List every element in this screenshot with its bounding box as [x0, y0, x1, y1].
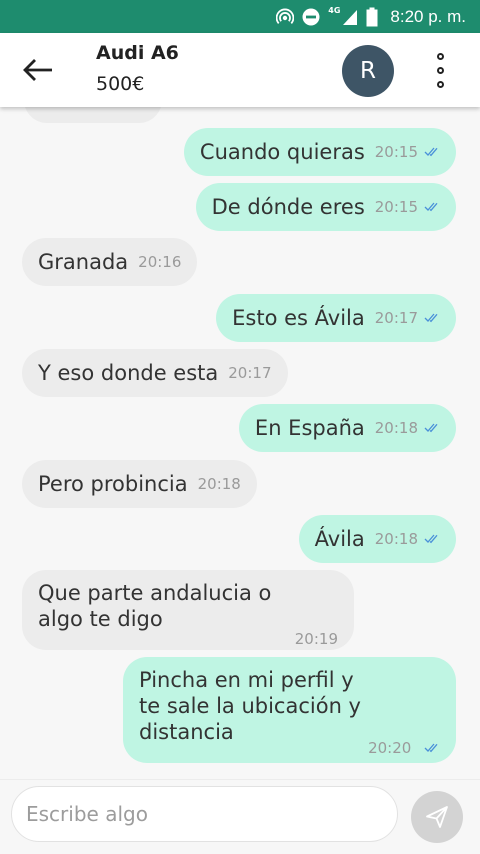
message-input[interactable]	[11, 786, 398, 842]
message-time: 20:16	[138, 253, 182, 271]
message-time: 20:15	[374, 143, 418, 161]
send-icon	[426, 806, 448, 828]
listing-price: 500€	[96, 73, 145, 95]
message-time: 20:19	[294, 630, 338, 648]
chat-header: Audi A6 500€ R	[0, 33, 480, 107]
hotspot-icon	[276, 8, 295, 24]
message-text: En España	[254, 416, 365, 440]
more-dot-icon	[436, 80, 444, 88]
more-dot-icon	[436, 52, 444, 60]
send-button[interactable]	[411, 791, 463, 843]
message-bubble-outgoing[interactable]: Pincha en mi perfil y te sale la ubicaci…	[123, 657, 456, 763]
read-receipt-icon	[424, 423, 438, 433]
message-text: Esto es Ávila	[232, 306, 365, 330]
message-time: 20:18	[374, 530, 418, 548]
read-receipt-icon	[424, 313, 438, 323]
message-bubble-partial	[24, 107, 162, 123]
message-text: Granada	[38, 250, 129, 274]
message-bubble-outgoing[interactable]: Cuando quieras 20:15	[183, 128, 456, 176]
message-bubble-incoming[interactable]: Y eso donde esta 20:17	[22, 349, 288, 397]
message-time: 20:20	[368, 739, 412, 757]
composer	[0, 779, 480, 854]
message-bubble-incoming[interactable]: Granada 20:16	[22, 238, 198, 286]
read-receipt-icon	[424, 202, 438, 212]
more-options-button[interactable]	[424, 47, 456, 93]
message-text: Ávila	[314, 527, 365, 551]
read-receipt-icon	[424, 743, 438, 753]
message-list[interactable]: Cuando quieras 20:15 De dónde eres 20:15…	[0, 107, 480, 779]
message-bubble-outgoing[interactable]: En España 20:18	[238, 404, 456, 452]
message-bubble-outgoing[interactable]: Esto es Ávila 20:17	[216, 294, 456, 342]
status-icons: 4G 8:20 p. m.	[276, 0, 466, 33]
battery-icon	[366, 7, 378, 26]
message-time: 20:17	[374, 309, 418, 327]
read-receipt-icon	[424, 534, 438, 544]
network-type: 4G	[328, 6, 341, 15]
listing-title[interactable]: Audi A6	[96, 42, 179, 64]
back-button[interactable]	[18, 53, 58, 87]
message-time: 20:18	[374, 419, 418, 437]
message-bubble-incoming[interactable]: Pero probincia 20:18	[22, 460, 257, 508]
message-time: 20:15	[374, 198, 418, 216]
status-bar: 4G 8:20 p. m.	[0, 0, 480, 33]
message-bubble-incoming[interactable]: Que parte andalucia o algo te digo 20:19	[22, 570, 354, 650]
read-receipt-icon	[424, 147, 438, 157]
signal-icon	[343, 9, 358, 25]
avatar[interactable]: R	[342, 45, 394, 97]
back-arrow-icon	[23, 59, 52, 81]
clock: 8:20 p. m.	[390, 6, 466, 26]
message-time: 20:17	[228, 364, 272, 382]
message-text: Y eso donde esta	[38, 361, 219, 385]
message-text: Cuando quieras	[199, 140, 365, 164]
message-bubble-outgoing[interactable]: De dónde eres 20:15	[195, 183, 456, 231]
do-not-disturb-icon	[302, 8, 320, 25]
more-dot-icon	[436, 66, 444, 74]
message-text: Pero probincia	[38, 472, 188, 496]
message-text: De dónde eres	[211, 195, 365, 219]
message-bubble-outgoing[interactable]: Ávila 20:18	[298, 515, 456, 563]
message-time: 20:18	[197, 475, 241, 493]
